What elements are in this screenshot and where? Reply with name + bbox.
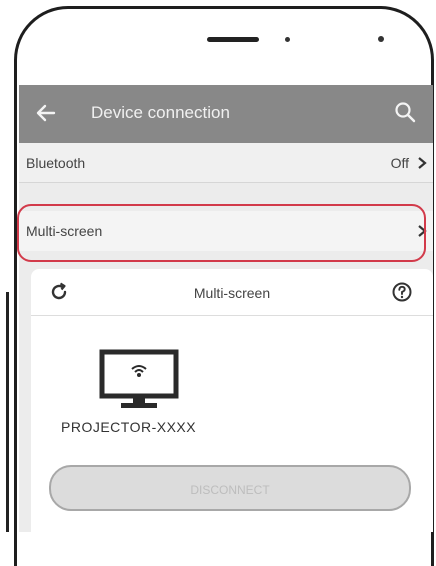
sensor-dot [285,37,290,42]
app-screen: Device connection Bluetooth Off Multi-sc… [19,85,433,532]
phone-side-edge [6,292,9,532]
multiscreen-panel: Multi-screen PROJECTOR-XXXX DISCONNECT [31,269,433,532]
search-icon[interactable] [393,100,417,124]
multiscreen-highlight-callout [17,204,426,262]
bluetooth-label: Bluetooth [26,155,86,171]
panel-title: Multi-screen [193,285,271,301]
disconnect-button[interactable]: DISCONNECT [49,465,411,511]
bluetooth-setting-row[interactable]: Bluetooth Off [19,143,433,183]
panel-header: Multi-screen [31,269,433,316]
chevron-right-icon [418,157,427,169]
page-title: Device connection [91,103,230,122]
back-arrow-icon[interactable] [34,101,58,125]
monitor-icon [99,349,179,408]
camera-dot [378,36,384,42]
device-name: PROJECTOR-XXXX [61,419,197,435]
app-bar: Device connection [19,85,433,143]
bluetooth-status: Off [390,155,409,171]
help-icon[interactable] [391,281,413,303]
speaker-slot [207,37,259,42]
